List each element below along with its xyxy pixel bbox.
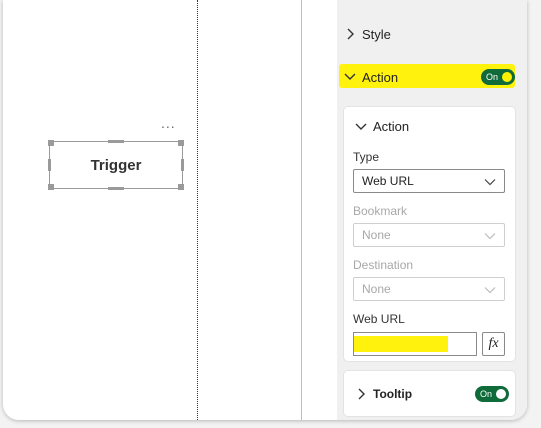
resize-handle-bottom[interactable] xyxy=(108,187,124,190)
bookmark-dropdown-value: None xyxy=(362,228,391,242)
chevron-down-icon xyxy=(344,73,356,80)
conditional-format-fx-button[interactable]: fx xyxy=(482,332,505,356)
app-frame: ... Trigger Style Action On Action Type … xyxy=(3,0,527,420)
web-url-highlight xyxy=(354,336,448,352)
destination-dropdown: None xyxy=(353,277,505,301)
action-toggle[interactable]: On xyxy=(481,69,515,85)
report-canvas: ... Trigger xyxy=(3,0,301,420)
tooltip-toggle-label: On xyxy=(480,389,493,399)
chevron-down-icon xyxy=(355,123,367,130)
destination-label: Destination xyxy=(353,258,414,272)
section-tooltip-label: Tooltip xyxy=(373,387,413,401)
visual-more-options-icon[interactable]: ... xyxy=(161,116,176,130)
destination-dropdown-value: None xyxy=(362,282,391,296)
resize-handle-bottom-right[interactable] xyxy=(178,184,184,190)
chevron-down-icon xyxy=(484,287,496,294)
bookmark-dropdown: None xyxy=(353,223,505,247)
resize-handle-right[interactable] xyxy=(181,159,184,171)
resize-handle-top[interactable] xyxy=(108,140,124,143)
section-style[interactable]: Style xyxy=(343,16,515,52)
fx-label: fx xyxy=(488,336,499,351)
trigger-button-label: Trigger xyxy=(90,156,142,174)
chevron-right-icon xyxy=(358,388,365,400)
resize-handle-top-left[interactable] xyxy=(48,140,54,146)
bookmark-label: Bookmark xyxy=(353,204,408,218)
tooltip-toggle[interactable]: On xyxy=(475,386,509,402)
resize-handle-bottom-left[interactable] xyxy=(48,184,54,190)
web-url-label: Web URL xyxy=(353,312,405,326)
tooltip-toggle-knob xyxy=(496,389,506,399)
chevron-right-icon xyxy=(347,28,354,40)
resize-handle-top-right[interactable] xyxy=(178,140,184,146)
chevron-down-icon xyxy=(484,233,496,240)
action-card-title: Action xyxy=(373,119,410,134)
section-style-label: Style xyxy=(362,26,391,42)
action-card-header[interactable]: Action xyxy=(354,119,409,134)
section-action-label: Action xyxy=(362,69,399,85)
type-dropdown[interactable]: Web URL xyxy=(353,169,505,193)
action-toggle-knob xyxy=(502,72,512,82)
canvas-page-guide xyxy=(197,0,198,420)
resize-handle-left[interactable] xyxy=(48,159,51,171)
trigger-button-visual[interactable]: Trigger xyxy=(48,140,184,190)
action-toggle-label: On xyxy=(486,72,499,82)
type-dropdown-value: Web URL xyxy=(362,174,414,188)
action-card: Action Type Web URL Bookmark None Destin… xyxy=(344,107,515,361)
type-label: Type xyxy=(353,150,380,164)
chevron-down-icon xyxy=(484,179,496,186)
